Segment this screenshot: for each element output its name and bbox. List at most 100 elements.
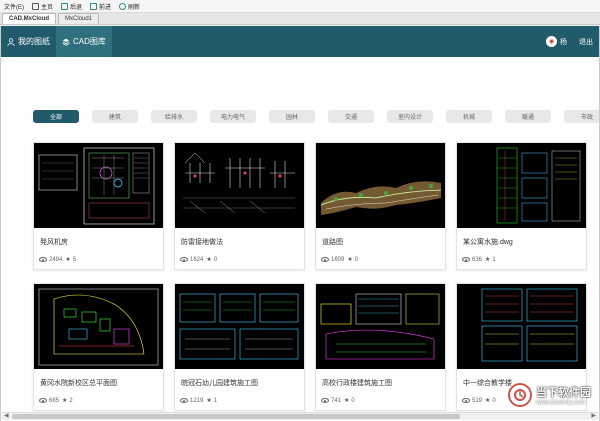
top-navbar: 我的图纸 CAD图库 ◉ 杨 退出 (1, 26, 599, 57)
scroll-right-icon[interactable]: ▶ (591, 413, 596, 420)
star-count: 1 (492, 256, 496, 263)
forward-icon (90, 2, 98, 10)
category-all[interactable]: 全部 (33, 110, 79, 123)
drawing-thumbnail (457, 143, 586, 228)
card-stats: 685 ★ 2 (39, 397, 163, 404)
menu-bar: 文件(E) 主页 后退 前进 刷新 (0, 0, 600, 13)
drawing-card[interactable]: 皖冠石幼儿园建筑施工图 1219 ★ 1 (174, 283, 305, 411)
back-button[interactable]: 后退 (61, 2, 82, 11)
star-icon: ★ (62, 398, 68, 404)
drawing-card[interactable]: 道路图 1609 ★ 0 (315, 142, 446, 270)
card-title: 防雷接地做法 (181, 239, 223, 246)
card-stats: 2494 ★ 5 (39, 256, 163, 263)
eye-icon (39, 257, 47, 262)
eye-icon (180, 257, 188, 262)
category-filter: 全部 建筑 给排水 电力电气 园林 交通 室内设计 机械 暖通 市政 (33, 110, 599, 123)
view-count: 1219 (190, 397, 204, 404)
watermark-logo-icon (508, 383, 532, 407)
category-architecture[interactable]: 建筑 (92, 110, 138, 123)
card-title: 高校行政楼建筑施工图 (322, 380, 392, 387)
card-stats: 741 ★ 0 (321, 397, 445, 404)
tab-mxcloud1[interactable]: MxCloud1 (58, 13, 100, 24)
drawing-thumbnail (457, 284, 586, 369)
user-name[interactable]: 杨 (560, 37, 567, 47)
view-count: 685 (49, 397, 60, 404)
back-icon (61, 2, 69, 10)
star-icon: ★ (65, 257, 71, 263)
refresh-button[interactable]: 刷新 (119, 2, 140, 11)
logout-link[interactable]: 退出 (579, 37, 593, 47)
card-stats: 1219 ★ 1 (180, 397, 304, 404)
eye-icon (321, 257, 329, 262)
card-stats: 1609 ★ 0 (321, 256, 445, 263)
eye-icon (321, 398, 329, 403)
star-icon: ★ (206, 398, 212, 404)
star-count: 5 (72, 256, 77, 263)
category-hvac[interactable]: 暖通 (505, 110, 551, 123)
forward-button[interactable]: 前进 (90, 2, 111, 11)
star-icon: ★ (206, 257, 212, 263)
category-traffic[interactable]: 交通 (328, 110, 374, 123)
card-title: 発风机房 (40, 239, 68, 246)
forward-label: 前进 (99, 4, 112, 11)
menu-file[interactable]: 文件(E) (4, 2, 24, 11)
nav-cad-library[interactable]: CAD图库 (56, 26, 112, 57)
category-landscape[interactable]: 园林 (269, 110, 315, 123)
card-stats: 636 ★ 1 (462, 256, 586, 263)
drawing-card[interactable]: 発风机房 2494 ★ 5 (33, 142, 164, 270)
view-count: 2494 (49, 256, 63, 263)
home-label: 主页 (41, 4, 54, 11)
eye-icon (39, 398, 47, 403)
star-icon: ★ (347, 257, 353, 263)
drawing-thumbnail (316, 284, 445, 369)
star-count: 0 (354, 256, 359, 263)
nav-my-drawings-label: 我的图纸 (18, 37, 50, 46)
category-electrical[interactable]: 电力电气 (210, 110, 256, 123)
drawing-thumbnail (175, 143, 304, 228)
view-count: 519 (472, 397, 483, 404)
scroll-left-icon[interactable]: ◀ (4, 413, 9, 420)
nav-cad-library-label: CAD图库 (73, 37, 106, 46)
horizontal-scrollbar[interactable]: ◀ ▶ (2, 412, 598, 420)
drawing-card[interactable]: 高校行政楼建筑施工图 741 ★ 0 (315, 283, 446, 411)
refresh-label: 刷新 (128, 4, 141, 11)
star-count: 0 (213, 256, 218, 263)
star-icon: ★ (344, 398, 350, 404)
card-title: 黄冈水院新校区总平面图 (40, 380, 117, 387)
card-title: 某公寓水施.dwg (463, 239, 513, 246)
drawing-thumbnail (175, 284, 304, 369)
category-interior[interactable]: 室内设计 (387, 110, 433, 123)
watermark-url: www.downxia.com (536, 400, 586, 406)
watermark: 当下软件园 www.downxia.com (508, 383, 591, 407)
drawing-card[interactable]: 防雷接地做法 1624 ★ 0 (174, 142, 305, 270)
category-mechanical[interactable]: 机械 (446, 110, 492, 123)
star-icon: ★ (485, 398, 491, 404)
view-count: 1609 (331, 256, 345, 263)
drawing-card[interactable]: 某公寓水施.dwg 636 ★ 1 (456, 142, 587, 270)
watermark-brand: 当下软件园 (536, 387, 591, 399)
refresh-icon (119, 2, 127, 10)
drawing-card[interactable]: 黄冈水院新校区总平面图 685 ★ 2 (33, 283, 164, 411)
user-area: ◉ 杨 退出 (546, 26, 593, 57)
drawing-thumbnail (34, 143, 163, 228)
nav-my-drawings[interactable]: 我的图纸 (1, 26, 56, 57)
category-plumbing[interactable]: 给排水 (151, 110, 197, 123)
view-count: 636 (472, 256, 483, 263)
scrollbar-thumb[interactable] (12, 414, 460, 419)
tab-cad-mxcloud[interactable]: CAD.MxCloud (2, 13, 56, 24)
star-count: 0 (492, 397, 496, 404)
category-municipal[interactable]: 市政 (564, 110, 599, 123)
eye-icon (462, 398, 470, 403)
view-count: 741 (331, 397, 342, 404)
eye-icon (462, 257, 470, 262)
home-button[interactable]: 主页 (32, 2, 53, 11)
user-icon (7, 37, 15, 46)
layers-icon (62, 38, 70, 46)
avatar[interactable]: ◉ (546, 36, 557, 47)
home-icon (32, 2, 39, 10)
card-title: 皖冠石幼儿园建筑施工图 (181, 380, 258, 387)
star-count: 0 (351, 397, 355, 404)
star-count: 1 (213, 397, 218, 404)
back-label: 后退 (70, 4, 83, 11)
view-count: 1624 (190, 256, 204, 263)
